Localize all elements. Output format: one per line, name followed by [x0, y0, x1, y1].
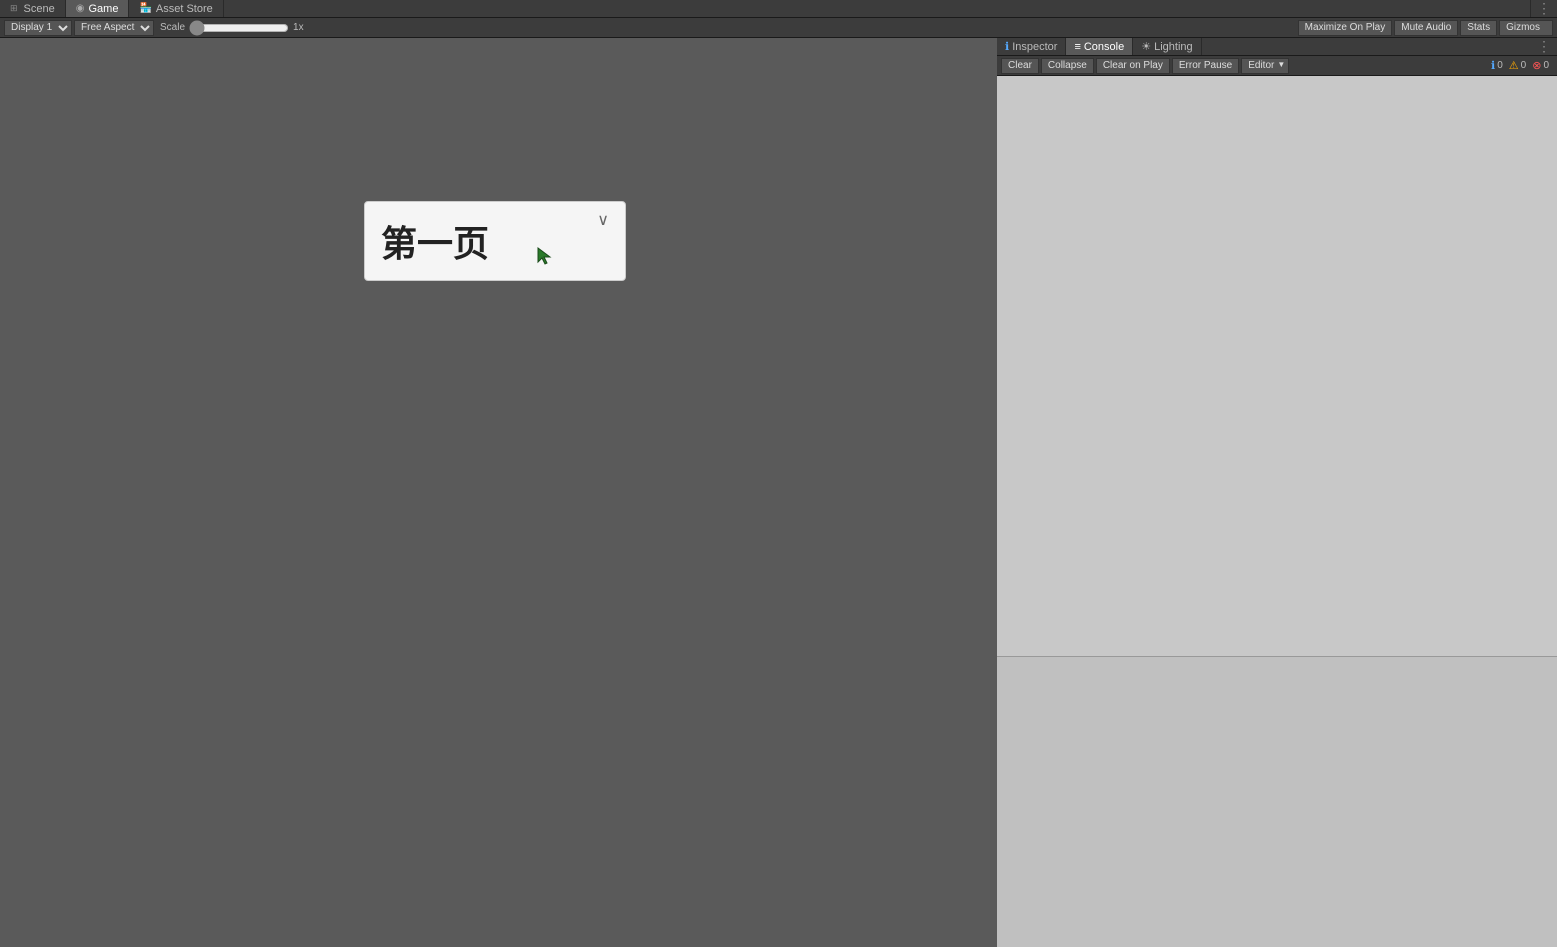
scale-slider[interactable] — [189, 23, 289, 33]
game-ui-card: 第一页 ∨ — [364, 201, 626, 281]
tab-asset-store-label: Asset Store — [156, 3, 213, 15]
tab-game[interactable]: ◉ Game — [66, 0, 130, 17]
mouse-cursor — [536, 246, 556, 266]
game-viewport: 第一页 ∨ — [0, 38, 997, 947]
display-select[interactable]: Display 1 — [4, 20, 72, 36]
collapse-button[interactable]: Collapse — [1041, 58, 1094, 74]
tab-inspector-label: Inspector — [1012, 41, 1057, 53]
gizmos-button[interactable]: Gizmos — [1499, 20, 1553, 36]
scale-value: 1x — [293, 22, 304, 33]
inspector-icon: ℹ — [1005, 40, 1009, 53]
tab-game-label: Game — [88, 3, 118, 15]
lighting-icon: ☀ — [1141, 40, 1151, 53]
tab-lighting[interactable]: ☀ Lighting — [1133, 38, 1201, 55]
scale-label: Scale — [160, 22, 185, 33]
editor-dropdown-arrow: ▼ — [1277, 60, 1285, 69]
maximize-on-play-button[interactable]: Maximize On Play — [1298, 20, 1393, 36]
drag-handle-scene: ⊞ — [10, 3, 18, 14]
error-count: 0 — [1543, 60, 1549, 71]
tab-console-label: Console — [1084, 41, 1124, 53]
mute-audio-button[interactable]: Mute Audio — [1394, 20, 1458, 36]
console-content-bottom — [997, 657, 1557, 947]
aspect-select[interactable]: Free Aspect — [74, 20, 154, 36]
info-count: 0 — [1497, 60, 1503, 71]
tab-scene-label: Scene — [24, 3, 55, 15]
asset-store-icon: 🏪 — [139, 3, 151, 14]
right-tab-bar: ℹ Inspector ≡ Console ☀ Lighting ⋮ — [997, 38, 1557, 56]
editor-dropdown-button[interactable]: Editor ▼ — [1241, 58, 1289, 74]
tab-asset-store[interactable]: 🏪 Asset Store — [129, 0, 223, 17]
console-icon: ≡ — [1074, 41, 1080, 53]
tab-lighting-label: Lighting — [1154, 41, 1193, 53]
console-content-top — [997, 76, 1557, 656]
card-chevron: ∨ — [597, 210, 609, 230]
error-pause-button[interactable]: Error Pause — [1172, 58, 1239, 74]
game-toolbar: Display 1 Free Aspect Scale 1x Maximize … — [0, 18, 1557, 38]
stats-button[interactable]: Stats — [1460, 20, 1497, 36]
right-panel: ℹ Inspector ≡ Console ☀ Lighting ⋮ Clear… — [997, 38, 1557, 947]
right-panel-options-button[interactable]: ⋮ — [1531, 38, 1557, 55]
left-tab-bar: ⊞ Scene ◉ Game 🏪 Asset Store ⋮ — [0, 0, 1557, 18]
panel-options-button[interactable]: ⋮ — [1531, 0, 1557, 17]
tab-scene[interactable]: ⊞ Scene — [0, 0, 66, 17]
error-icon: ⊗ — [1532, 59, 1541, 72]
game-tab-icon: ◉ — [76, 3, 85, 14]
tab-bar-spacer — [224, 0, 1531, 17]
warning-count: 0 — [1521, 60, 1527, 71]
info-icon: ℹ — [1491, 59, 1495, 72]
right-tab-spacer — [1202, 38, 1531, 55]
tab-inspector[interactable]: ℹ Inspector — [997, 38, 1066, 55]
clear-on-play-button[interactable]: Clear on Play — [1096, 58, 1170, 74]
error-badge[interactable]: ⊗ 0 — [1532, 59, 1549, 72]
info-badge[interactable]: ℹ 0 — [1491, 59, 1503, 72]
clear-button[interactable]: Clear — [1001, 58, 1039, 74]
console-toolbar: Clear Collapse Clear on Play Error Pause… — [997, 56, 1557, 76]
main-layout: 第一页 ∨ ℹ Inspector ≡ Console ☀ Lighting — [0, 38, 1557, 947]
card-text: 第一页 — [381, 215, 489, 267]
warning-icon: ⚠ — [1509, 59, 1519, 72]
warning-badge[interactable]: ⚠ 0 — [1509, 59, 1526, 72]
tab-console[interactable]: ≡ Console — [1066, 38, 1133, 55]
